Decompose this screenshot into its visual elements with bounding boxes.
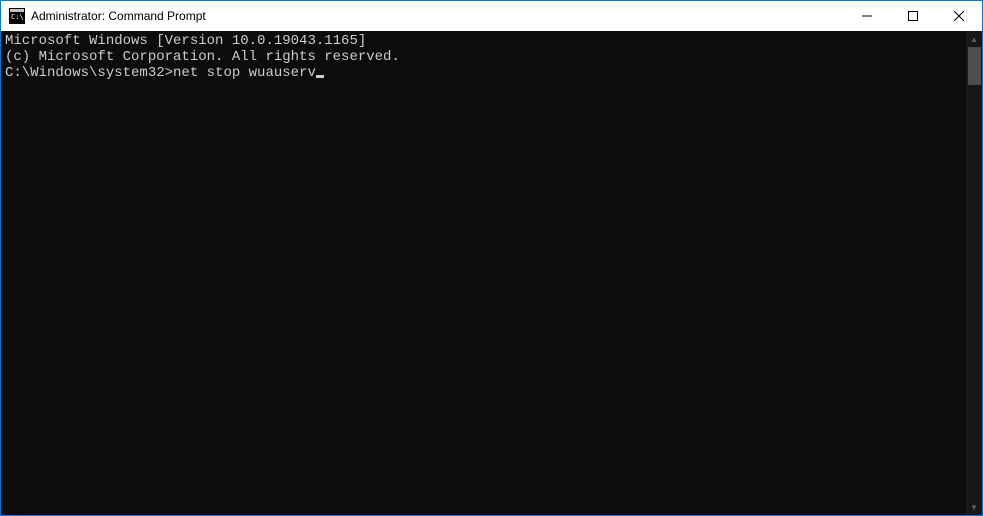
terminal-output-line: Microsoft Windows [Version 10.0.19043.11… — [5, 33, 962, 49]
titlebar[interactable]: C:\ Administrator: Command Prompt — [1, 1, 982, 31]
vertical-scrollbar[interactable]: ▲ ▼ — [966, 31, 982, 515]
terminal-output-line: (c) Microsoft Corporation. All rights re… — [5, 49, 962, 65]
scrollbar-up-arrow-icon[interactable]: ▲ — [966, 31, 982, 47]
scrollbar-thumb[interactable] — [968, 47, 981, 85]
terminal-prompt: C:\Windows\system32> — [5, 65, 173, 81]
svg-text:C:\: C:\ — [11, 13, 24, 21]
cmd-icon: C:\ — [9, 8, 25, 24]
terminal[interactable]: Microsoft Windows [Version 10.0.19043.11… — [1, 31, 966, 515]
command-prompt-window: C:\ Administrator: Command Prompt Micros… — [0, 0, 983, 516]
scrollbar-down-arrow-icon[interactable]: ▼ — [966, 499, 982, 515]
cursor — [316, 75, 324, 78]
terminal-command-input[interactable]: net stop wuauserv — [173, 65, 316, 81]
window-controls — [844, 1, 982, 31]
minimize-button[interactable] — [844, 1, 890, 31]
window-title: Administrator: Command Prompt — [31, 9, 206, 23]
maximize-button[interactable] — [890, 1, 936, 31]
terminal-area: Microsoft Windows [Version 10.0.19043.11… — [1, 31, 982, 515]
close-button[interactable] — [936, 1, 982, 31]
